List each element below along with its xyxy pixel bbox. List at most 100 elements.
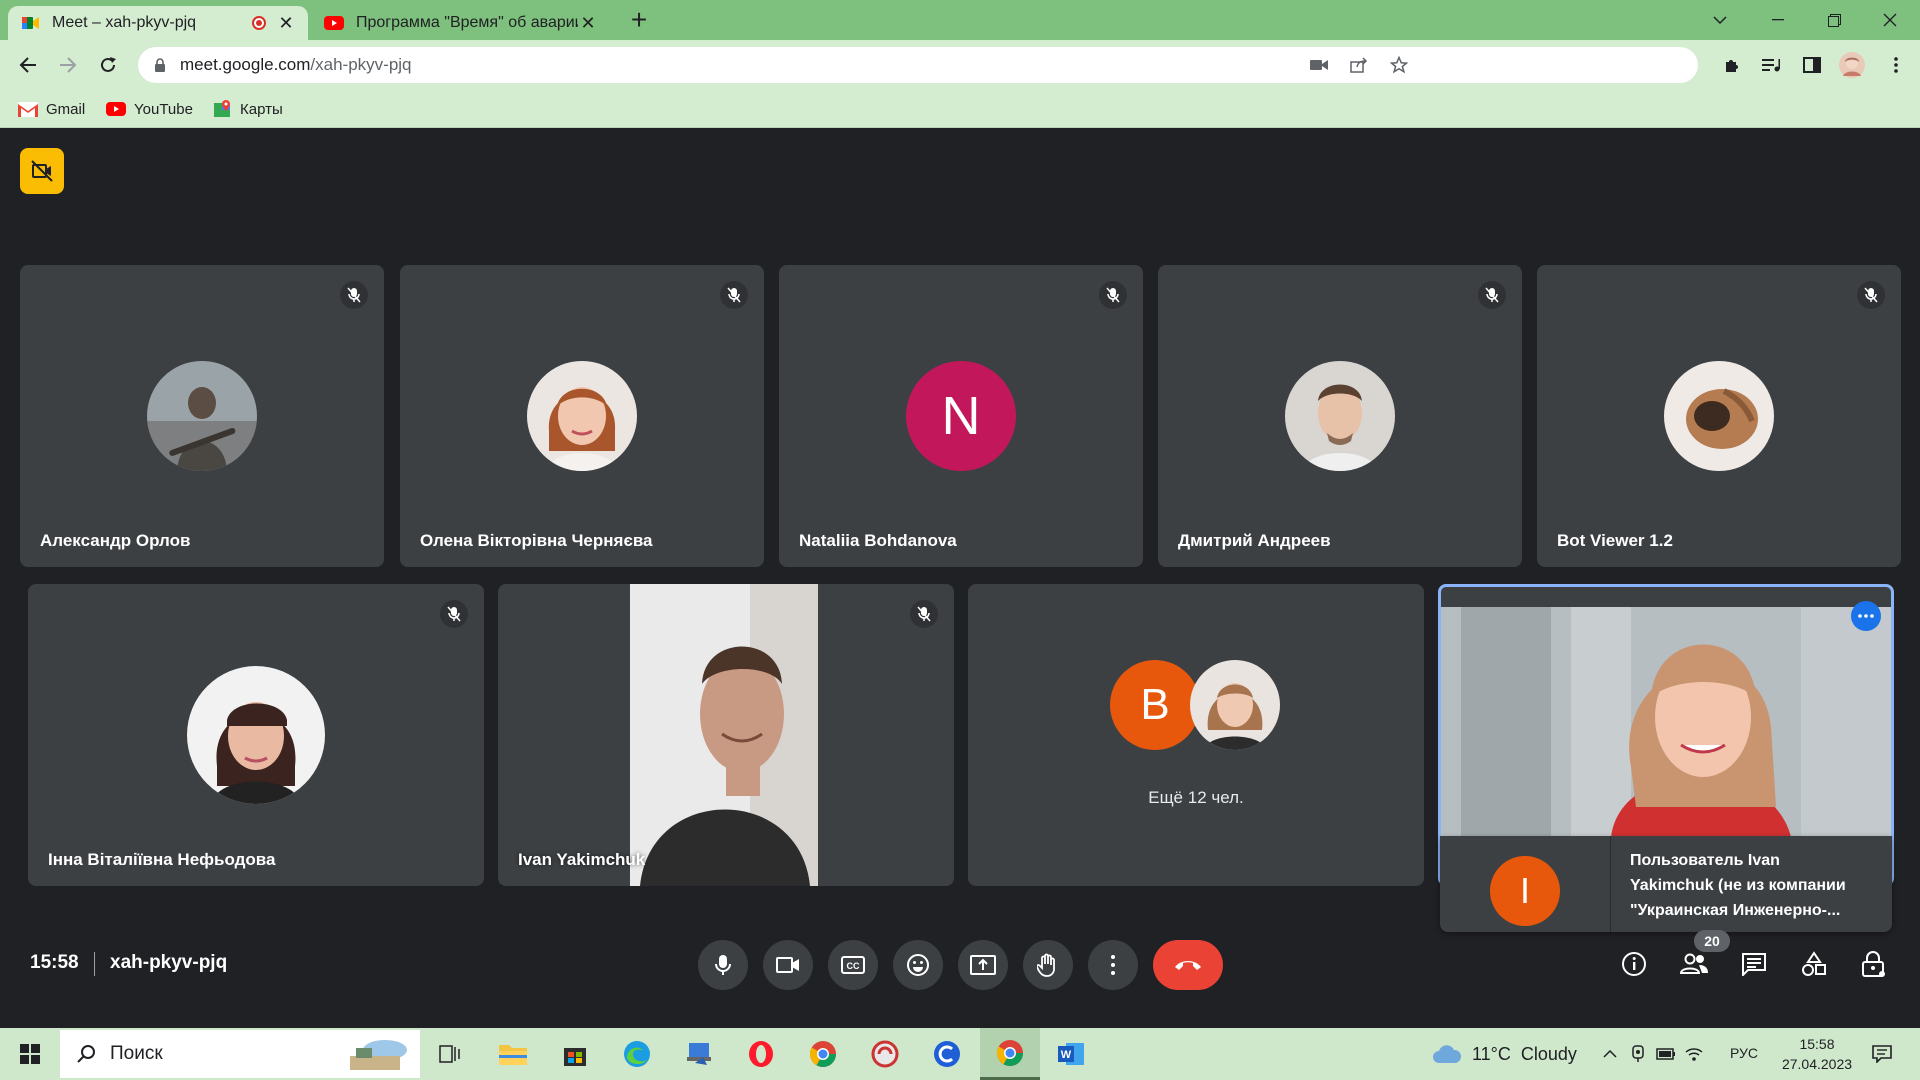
participant-name: Дмитрий Андреев [1178,531,1331,550]
maps-icon [214,100,232,118]
new-tab-button[interactable]: + [624,6,654,36]
camera-button[interactable] [763,940,813,990]
search-highlight-icon [330,1030,420,1078]
participant-name: Ivan Yakimchuk [518,850,646,869]
tab-meet[interactable]: Meet – xah-pkyv-pjq ✕ [8,6,308,40]
cloud-icon [1432,1044,1462,1064]
notifications-icon[interactable] [1862,1034,1902,1074]
bookmark-gmail[interactable]: Gmail [18,98,85,120]
bookmark-youtube[interactable]: YouTube [106,98,193,120]
tab-title: Meet – xah-pkyv-pjq [52,14,197,31]
participant-tile[interactable]: Bot Viewer 1.2 [1537,265,1901,567]
ms-store-icon[interactable] [555,1034,595,1074]
media-control-icon[interactable] [1756,49,1788,81]
mic-off-icon [340,281,368,309]
app-icon[interactable] [679,1034,719,1074]
language-indicator[interactable]: РУС [1730,1045,1758,1061]
participant-tile[interactable]: Александр Орлов [20,265,384,567]
self-divider [1610,836,1611,932]
host-controls-button[interactable] [1852,942,1896,986]
bookmark-star-icon[interactable] [1390,56,1408,74]
recording-badge-icon[interactable] [20,148,64,194]
others-count-label: Ещё 12 чел. [1148,788,1244,807]
file-explorer-icon[interactable] [493,1034,533,1074]
reactions-button[interactable] [893,940,943,990]
mic-off-icon [1478,281,1506,309]
participant-tile[interactable]: Олена Вікторівна Черняєва [400,265,764,567]
browser-toolbar: meet.google.com/xah-pkyv-pjq [0,40,1920,90]
self-avatar: I [1490,856,1560,926]
reload-button[interactable] [92,49,124,81]
ccleaner-icon[interactable] [927,1034,967,1074]
word-icon[interactable]: W [1052,1034,1092,1074]
others-tile[interactable]: B Ещё 12 чел. [968,584,1424,886]
activities-button[interactable] [1792,942,1836,986]
participant-tile[interactable]: N Nataliia Bohdanova [779,265,1143,567]
opera-icon[interactable] [741,1034,781,1074]
participant-tile[interactable]: Інна Віталіївна Нефьодова [28,584,484,886]
lock-icon[interactable] [154,58,166,72]
meeting-time: 15:58 [30,952,79,973]
bookmark-maps[interactable]: Карты [214,98,283,120]
webcam-tray-icon[interactable] [1626,1034,1650,1074]
leave-call-button[interactable] [1153,940,1223,990]
tab-search-icon[interactable] [1700,4,1740,36]
participant-name: Олена Вікторівна Черняєва [420,531,653,550]
taskbar-search[interactable]: Поиск [60,1030,420,1078]
meeting-code: xah-pkyv-pjq [110,952,228,973]
raise-hand-button[interactable] [1023,940,1073,990]
self-caption-line: Пользователь Ivan [1630,852,1780,869]
chrome-icon[interactable] [803,1034,843,1074]
battery-icon[interactable] [1654,1034,1678,1074]
meeting-details-button[interactable] [1612,942,1656,986]
more-options-button[interactable] [1851,601,1881,631]
address-bar[interactable]: meet.google.com/xah-pkyv-pjq [138,47,1698,83]
avatar [187,666,325,804]
windows-start-icon[interactable] [10,1034,50,1074]
microphone-button[interactable] [698,940,748,990]
profile-avatar[interactable] [1836,49,1868,81]
avatar [147,361,257,471]
taskbar-clock[interactable]: 15:58 27.04.2023 [1772,1034,1862,1074]
restore-button[interactable] [1814,4,1854,36]
tab-youtube[interactable]: Программа "Время" об аварии ✕ [314,6,610,40]
close-tab-icon[interactable]: ✕ [578,13,598,34]
mic-off-icon [1099,281,1127,309]
chrome-menu-icon[interactable] [1880,49,1912,81]
forward-button[interactable] [52,49,84,81]
participant-name: Nataliia Bohdanova [799,531,957,550]
edge-icon[interactable] [617,1034,657,1074]
others-avatar [1190,660,1280,750]
minimize-button[interactable] [1758,4,1798,36]
chat-button[interactable] [1732,942,1776,986]
close-tab-icon[interactable]: ✕ [276,13,296,34]
back-button[interactable] [12,49,44,81]
share-icon[interactable] [1350,57,1368,73]
wifi-icon[interactable] [1682,1034,1706,1074]
extensions-icon[interactable] [1716,49,1748,81]
people-count-badge: 20 [1694,930,1730,952]
avatar [1285,361,1395,471]
more-options-icon[interactable] [1088,940,1138,990]
self-info-card: I Пользователь Ivan Yakimchuk (не из ком… [1440,836,1892,932]
participant-tile[interactable]: Дмитрий Андреев [1158,265,1522,567]
participant-tile[interactable]: Ivan Yakimchuk [498,584,954,886]
avatar: N [906,361,1016,471]
search-icon [76,1044,96,1064]
clock-date: 27.04.2023 [1781,1056,1853,1072]
weather-widget[interactable]: 11°C Cloudy [1432,1040,1577,1068]
chrome-active-icon[interactable] [980,1028,1040,1080]
people-button[interactable]: 20 [1672,930,1730,986]
chevron-up-icon[interactable] [1598,1034,1622,1074]
windows-taskbar: Поиск W 11°C Cloudy РУС 15:58 27.04.2023 [0,1028,1920,1080]
camera-in-use-icon[interactable] [1310,59,1328,71]
app-icon[interactable] [865,1034,905,1074]
bookmark-label: Gmail [46,100,86,118]
captions-button[interactable]: CC [828,940,878,990]
side-panel-icon[interactable] [1796,49,1828,81]
close-window-button[interactable] [1870,4,1910,36]
svg-text:CC: CC [847,961,860,971]
self-video [1441,607,1891,837]
task-view-icon[interactable] [430,1034,470,1074]
present-screen-button[interactable] [958,940,1008,990]
